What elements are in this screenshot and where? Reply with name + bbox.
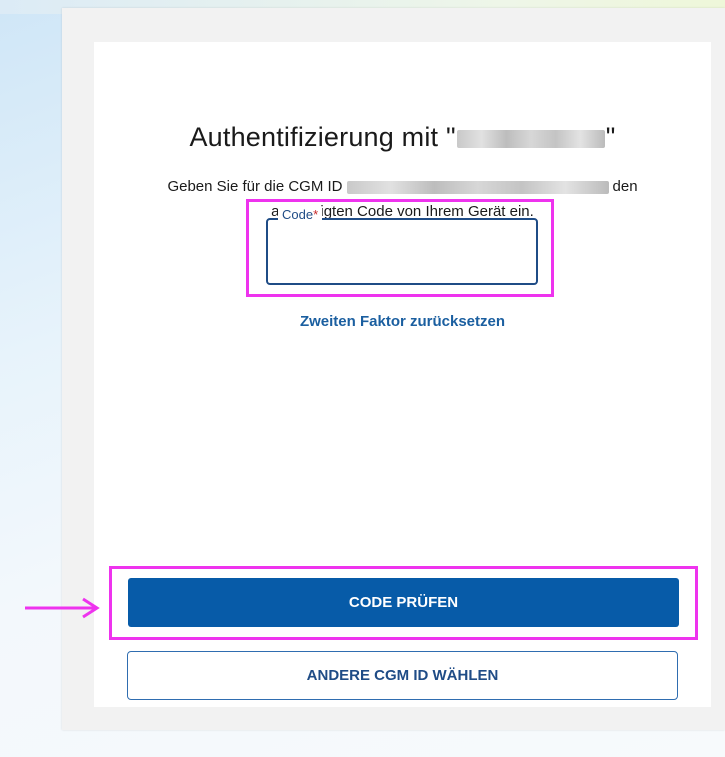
redacted-username <box>456 129 605 148</box>
page-title: Authentifizierung mit " " <box>94 122 711 153</box>
instruction-before: Geben Sie für die CGM ID <box>167 178 343 195</box>
verify-code-button[interactable]: CODE PRÜFEN <box>128 578 679 627</box>
title-suffix: " <box>605 122 616 152</box>
title-prefix: Authentifizierung mit " <box>189 122 456 152</box>
code-field-highlight <box>246 199 554 297</box>
choose-other-cgm-id-button[interactable]: ANDERE CGM ID WÄHLEN <box>127 651 678 700</box>
reset-second-factor-link[interactable]: Zweiten Faktor zurücksetzen <box>94 313 711 330</box>
redacted-cgm-id <box>346 180 609 194</box>
instruction-after: den <box>612 178 638 195</box>
arrow-right-icon <box>25 597 100 619</box>
